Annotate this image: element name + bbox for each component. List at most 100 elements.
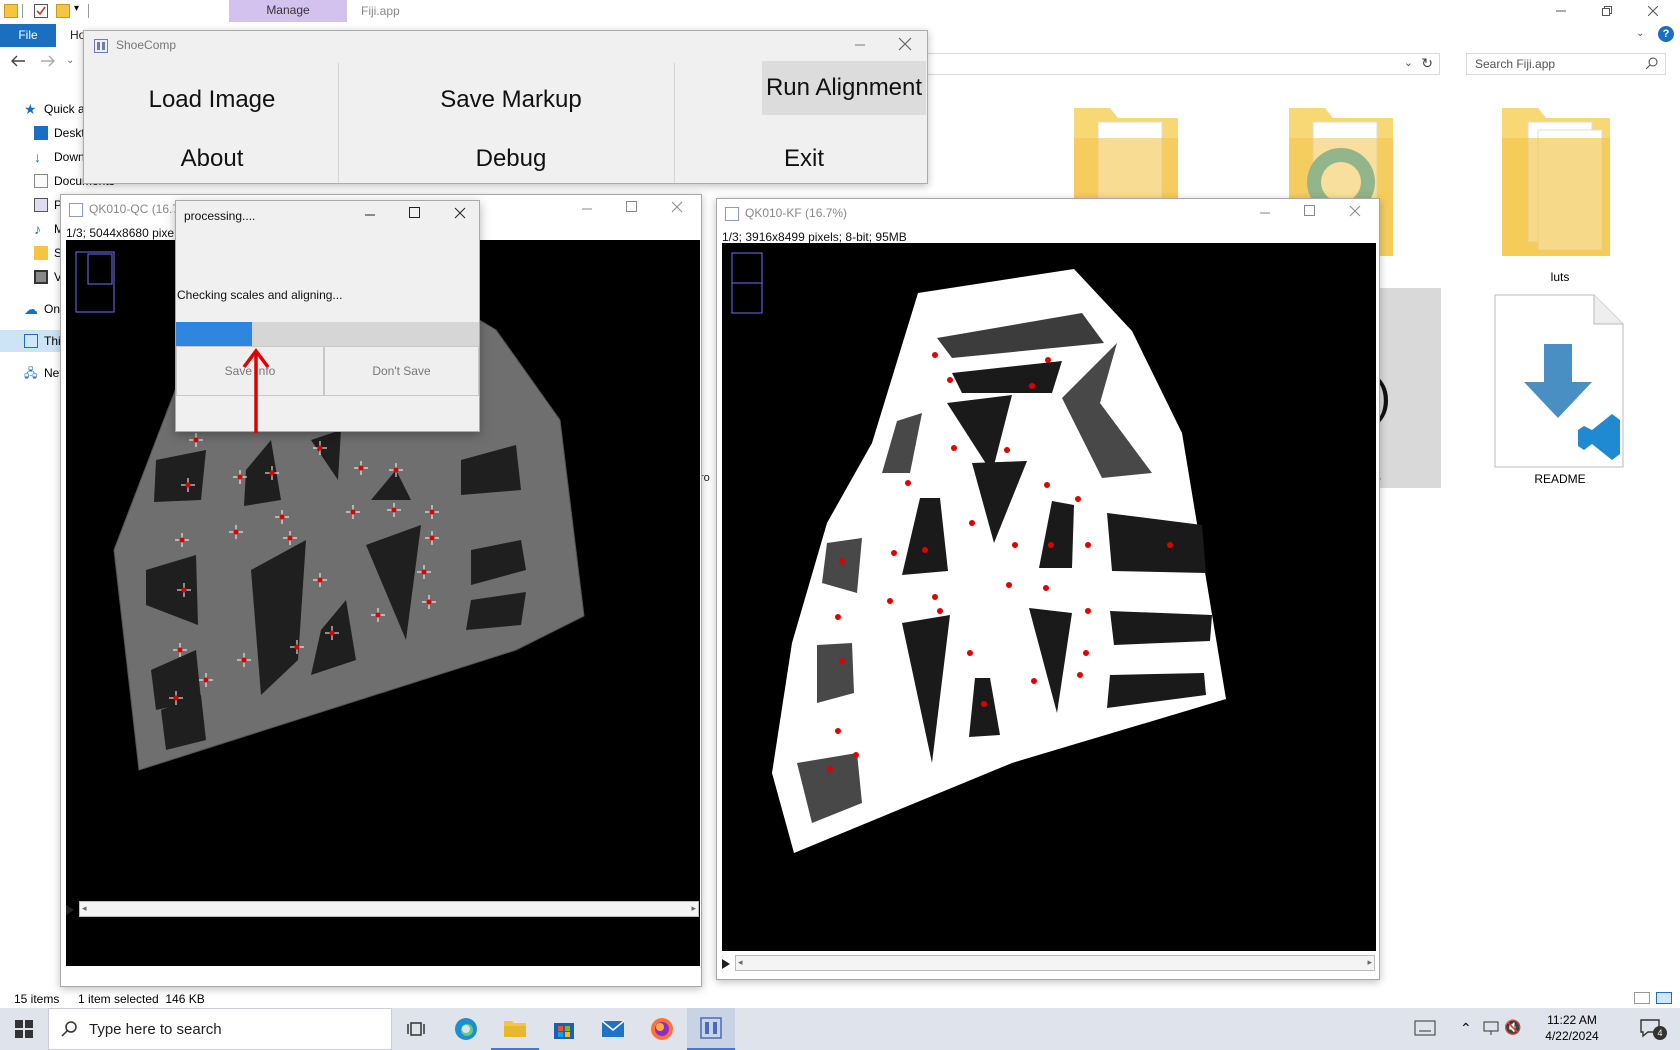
folder-label: luts xyxy=(1550,270,1570,284)
customize-toolbar-icon[interactable]: ▾ xyxy=(74,3,79,14)
run-alignment-button[interactable]: Run Alignment xyxy=(762,61,926,115)
back-icon[interactable] xyxy=(10,54,26,68)
marker-point xyxy=(853,752,859,758)
marker-point xyxy=(1085,608,1091,614)
download-icon: ↓ xyxy=(34,149,41,165)
nav-item-onedrive[interactable]: ☁ On xyxy=(24,298,60,320)
minimize-icon[interactable] xyxy=(1538,0,1584,22)
play-icon[interactable] xyxy=(65,904,75,916)
divider xyxy=(338,63,339,183)
chevron-up-icon[interactable]: ⌃ xyxy=(1460,1020,1472,1037)
tab-file[interactable]: File xyxy=(0,24,56,47)
marker-point xyxy=(181,587,187,593)
marker-point xyxy=(969,520,975,526)
luts-folder-icon[interactable] xyxy=(1498,108,1614,258)
cloud-icon: ☁ xyxy=(24,301,38,317)
load-image-button[interactable]: Load Image xyxy=(92,73,332,127)
folder-icon[interactable] xyxy=(4,4,18,18)
status-bar: 15 items 1 item selected 146 KB xyxy=(0,990,1680,1008)
scroll-right-icon[interactable]: ▸ xyxy=(1367,957,1372,968)
file-explorer-icon[interactable] xyxy=(491,1008,539,1050)
maximize-icon[interactable] xyxy=(626,201,638,213)
dont-save-button[interactable]: Don't Save xyxy=(324,346,479,396)
nav-item-downloads[interactable]: ↓ Down xyxy=(34,146,85,168)
marker-point xyxy=(177,647,183,653)
tab-manage[interactable]: Manage xyxy=(229,0,347,22)
marker-point xyxy=(279,514,285,520)
maximize-icon[interactable] xyxy=(409,207,421,219)
marker-point xyxy=(317,577,323,583)
marker-point xyxy=(835,728,841,734)
horizontal-scrollbar[interactable]: ◂ ▸ xyxy=(79,901,699,917)
readme-file-icon[interactable] xyxy=(1494,294,1624,468)
nav-item-network[interactable]: 🖧 Net xyxy=(24,362,63,384)
large-icons-view-icon[interactable] xyxy=(1656,992,1672,1004)
marker-point xyxy=(937,608,943,614)
refresh-icon[interactable]: ↻ xyxy=(1421,55,1433,72)
scroll-left-icon[interactable]: ◂ xyxy=(82,903,87,914)
new-folder-icon[interactable] xyxy=(56,4,70,18)
marker-point xyxy=(1031,678,1037,684)
image-info: 1/3; 3916x8499 pixels; 8-bit; 95MB xyxy=(722,230,907,244)
keyboard-icon[interactable] xyxy=(1414,1020,1436,1036)
marker-point xyxy=(981,701,987,707)
fiji-icon[interactable] xyxy=(687,1008,735,1050)
debug-button[interactable]: Debug xyxy=(346,135,676,183)
search-input[interactable]: Search Fiji.app xyxy=(1466,53,1666,75)
horizontal-scrollbar[interactable]: ◂ ▸ xyxy=(735,955,1375,971)
expand-ribbon-icon[interactable]: ⌄ xyxy=(1636,28,1644,39)
properties-icon[interactable] xyxy=(34,4,48,18)
shoecomp-window: ShoeComp Load Image Save Markup Run Alig… xyxy=(83,30,928,184)
exit-button[interactable]: Exit xyxy=(684,135,924,183)
chevron-down-icon[interactable]: ⌄ xyxy=(1404,56,1413,69)
marker-point xyxy=(1085,542,1091,548)
edge-icon[interactable] xyxy=(442,1008,490,1050)
minimize-icon[interactable] xyxy=(364,209,376,221)
start-icon[interactable] xyxy=(0,1008,48,1050)
about-button[interactable]: About xyxy=(92,135,332,183)
firefox-icon[interactable] xyxy=(638,1008,686,1050)
close-icon[interactable] xyxy=(1630,0,1676,22)
marker-point xyxy=(317,445,323,451)
scroll-right-icon[interactable]: ▸ xyxy=(691,903,696,914)
close-icon[interactable] xyxy=(454,207,466,219)
taskbar: Type here to search ⌃ 🔇 11:22 AM 4/22/20… xyxy=(0,1008,1680,1050)
scroll-left-icon[interactable]: ◂ xyxy=(738,957,743,968)
close-icon[interactable] xyxy=(898,37,912,51)
network-status-icon[interactable] xyxy=(1482,1020,1500,1036)
minimize-icon[interactable] xyxy=(1259,207,1271,219)
details-view-icon[interactable] xyxy=(1634,992,1650,1004)
minimize-icon[interactable] xyxy=(854,39,866,51)
volume-muted-icon[interactable]: 🔇 xyxy=(1504,1019,1521,1036)
mail-icon[interactable] xyxy=(589,1008,637,1050)
music-icon: ♪ xyxy=(34,221,41,237)
close-icon[interactable] xyxy=(1349,205,1361,217)
marker-point xyxy=(932,594,938,600)
maximize-icon[interactable] xyxy=(1304,205,1316,217)
separator xyxy=(88,4,89,18)
forward-icon[interactable] xyxy=(40,54,56,68)
taskbar-search[interactable]: Type here to search xyxy=(48,1008,392,1050)
minimize-icon[interactable] xyxy=(581,203,593,215)
marker-point xyxy=(393,467,399,473)
clock[interactable]: 11:22 AM 4/22/2024 xyxy=(1532,1012,1612,1044)
task-view-icon[interactable] xyxy=(392,1008,440,1050)
store-icon[interactable] xyxy=(540,1008,588,1050)
marker-point xyxy=(922,547,928,553)
help-icon[interactable]: ? xyxy=(1658,26,1674,42)
restore-icon[interactable] xyxy=(1584,0,1630,22)
separator xyxy=(22,4,23,18)
nav-item-quick-access[interactable]: ★ Quick a xyxy=(24,98,85,120)
marker-point xyxy=(269,470,275,476)
image-canvas[interactable] xyxy=(722,243,1376,951)
close-icon[interactable] xyxy=(671,201,683,213)
play-icon[interactable] xyxy=(721,958,731,970)
nav-item-this-pc[interactable]: Thi xyxy=(24,330,61,352)
save-markup-button[interactable]: Save Markup xyxy=(346,73,676,127)
window-title: ShoeComp xyxy=(116,38,177,52)
pictures-icon xyxy=(34,198,48,212)
address-bar[interactable]: ⌄ ↻ xyxy=(900,53,1440,75)
recent-locations-icon[interactable]: ⌄ xyxy=(66,55,74,66)
marker-point xyxy=(375,612,381,618)
notification-icon[interactable]: 4 xyxy=(1640,1018,1667,1040)
